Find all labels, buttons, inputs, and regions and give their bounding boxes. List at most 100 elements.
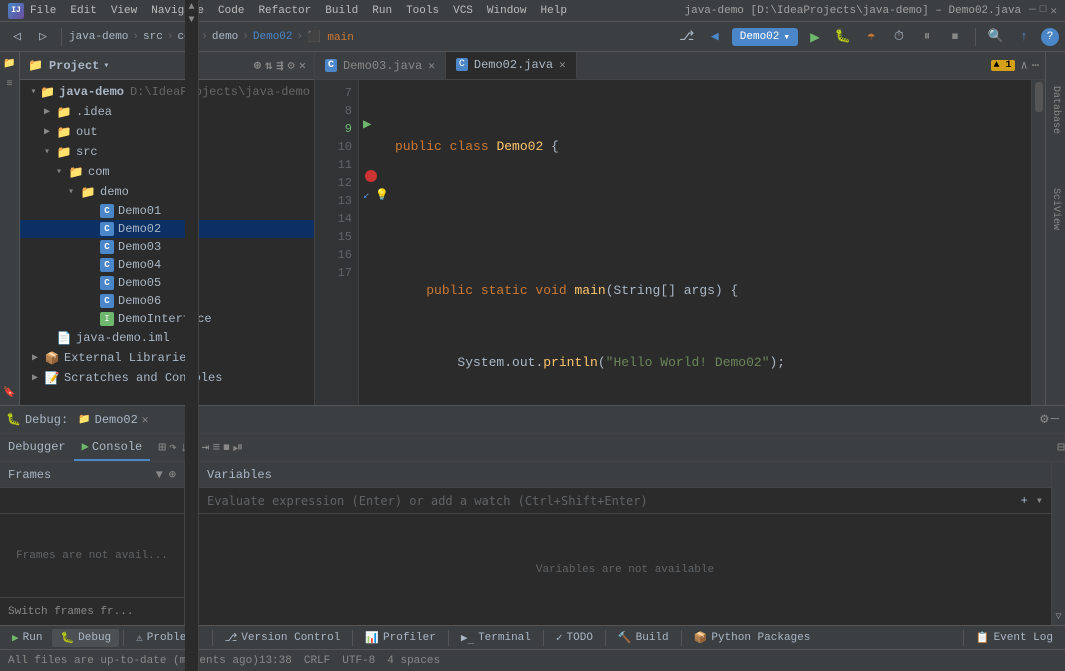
tree-demointerface[interactable]: ▶ I DemoInterface [20,310,314,328]
settings-icon[interactable]: ⚙ [288,58,295,73]
debug-button[interactable]: 🐛 [832,26,854,48]
eval-plus-btn[interactable]: + [1021,494,1028,508]
evaluate-btn[interactable]: ≡ [212,440,220,455]
debugger-tab[interactable]: Debugger [0,434,74,461]
filter-frames-btn[interactable]: ▼ [156,468,163,482]
tree-demo02[interactable]: ▶ C Demo02 [20,220,314,238]
menu-window[interactable]: Window [487,5,527,17]
vars-scroll-down[interactable]: ▽ [1055,611,1061,623]
collapse-icon[interactable]: ⇶ [276,58,283,73]
terminal-tab[interactable]: ▶_ Terminal [453,629,539,646]
version-control-tab[interactable]: ⎇ Version Control [217,629,349,647]
event-log-tab[interactable]: 📋 Event Log [968,629,1061,647]
project-dropdown-arrow[interactable]: ▾ [103,60,109,72]
run-tab[interactable]: ▶ Run [4,629,50,647]
console-tab[interactable]: ▶ Console [74,434,151,461]
nav-back-btn[interactable]: ◀ [704,26,726,48]
tree-demo01[interactable]: ▶ C Demo01 [20,202,314,220]
stop-all-btn[interactable]: ⏯ [233,440,243,455]
variables-scrollbar[interactable]: ▽ [1051,462,1065,625]
minimize-debug-btn[interactable]: — [1051,411,1059,428]
tree-src[interactable]: ▾ 📁 src [20,142,314,162]
tree-demo06[interactable]: ▶ C Demo06 [20,292,314,310]
back-button[interactable]: ◁ [6,26,28,48]
database-tab[interactable]: Database [1050,82,1061,138]
menu-run[interactable]: Run [372,5,392,17]
switch-frames-label[interactable]: Switch frames fr... [8,606,133,618]
debug-session-close[interactable]: ✕ [142,413,149,427]
tree-demo04[interactable]: ▶ C Demo04 [20,256,314,274]
minimize-btn[interactable]: — [1029,4,1036,18]
build-tab[interactable]: 🔨 Build [610,629,677,647]
eval-down-btn[interactable]: ▾ [1036,493,1043,508]
tree-external-libs[interactable]: ▶ 📦 External Libraries [20,348,314,368]
tab-demo02[interactable]: C Demo02.java ✕ [446,52,577,79]
tree-root[interactable]: ▾ 📁 java-demo D:\IdeaProjects\java-demo [20,82,314,102]
breadcrumb-demo02[interactable]: Demo02 [253,31,293,43]
status-indent[interactable]: 4 spaces [387,655,440,667]
status-encoding[interactable]: UTF-8 [342,655,375,667]
project-icon[interactable]: 📁 [2,56,18,72]
tree-scratches[interactable]: ▶ 📝 Scratches and Consoles [20,368,314,388]
tree-demo[interactable]: ▾ 📁 demo [20,182,314,202]
search-button[interactable]: 🔍 [985,26,1007,48]
breadcrumb-java-demo[interactable]: java-demo [69,31,128,43]
sciview-tab[interactable]: SciView [1050,184,1061,234]
frames-scrollbar[interactable]: ▲ ▼ [185,462,199,625]
breadcrumb-demo[interactable]: demo [212,31,238,43]
stop-debug-btn[interactable]: ⏹ [223,440,230,455]
menu-edit[interactable]: Edit [70,5,96,17]
menu-vcs[interactable]: VCS [453,5,473,17]
scrollbar-thumb[interactable] [1035,82,1043,112]
status-crlf[interactable]: CRLF [304,655,330,667]
run-config-dropdown[interactable]: Demo02 ▾ [732,28,798,46]
menu-refactor[interactable]: Refactor [258,5,311,17]
tree-idea[interactable]: ▶ 📁 .idea [20,102,314,122]
python-packages-tab[interactable]: 📦 Python Packages [686,629,819,647]
stop-button[interactable]: ⏹ [944,26,966,48]
editor-scrollbar[interactable] [1031,80,1045,405]
eval-bar[interactable]: Evaluate expression (Enter) or add a wat… [199,488,1051,514]
profiler-tab[interactable]: 📊 Profiler [357,629,444,647]
code-content[interactable]: public class Demo02 { public static void… [387,80,1031,405]
locate-icon[interactable]: ⊕ [254,58,261,73]
tab-more-btn[interactable]: ⋯ [1032,58,1039,73]
demo02-close[interactable]: ✕ [559,58,566,72]
menu-file[interactable]: File [30,5,56,17]
menu-tools[interactable]: Tools [406,5,439,17]
breadcrumb-src[interactable]: src [143,31,163,43]
tree-iml[interactable]: ▶ 📄 java-demo.iml [20,328,314,348]
todo-tab[interactable]: ✓ TODO [548,629,601,647]
debug-layout-btn[interactable]: ⊟ [1057,440,1065,455]
maximize-btn[interactable]: □ [1040,4,1047,18]
pause-button[interactable]: ⏸ [916,26,938,48]
restore-layout-btn[interactable]: ⊞ [158,440,166,455]
vcs-button[interactable]: ⎇ [676,26,698,48]
menu-help[interactable]: Help [541,5,567,17]
menu-build[interactable]: Build [325,5,358,17]
settings-debug-btn[interactable]: ⚙ [1040,411,1048,428]
tree-demo03[interactable]: ▶ C Demo03 [20,238,314,256]
profile-button[interactable]: ⏱ [888,26,910,48]
expand-icon[interactable]: ⇅ [265,58,272,73]
close-panel-icon[interactable]: ✕ [299,58,306,73]
bookmarks-icon[interactable]: 🔖 [2,385,18,401]
menu-code[interactable]: Code [218,5,244,17]
run-to-cursor-btn[interactable]: ⇥ [202,440,210,455]
run-button[interactable]: ▶ [804,26,826,48]
menu-view[interactable]: View [111,5,137,17]
help-button[interactable]: ? [1041,28,1059,46]
code-editor[interactable]: 7 8 9 10 11 12 13 14 15 16 17 ▶ ↙ [315,80,1045,405]
tab-demo03[interactable]: C Demo03.java ✕ [315,52,446,79]
forward-button[interactable]: ▷ [32,26,54,48]
update-button[interactable]: ↑ [1013,26,1035,48]
step-over-btn[interactable]: ↷ [169,440,177,455]
demo03-close[interactable]: ✕ [428,59,435,73]
breadcrumb-main[interactable]: ⬛ main [307,30,354,44]
debug-tab-bottom[interactable]: 🐛 Debug [52,629,119,647]
tree-com[interactable]: ▾ 📁 com [20,162,314,182]
filter-icon[interactable]: ⊕ [169,467,176,482]
structure-icon[interactable]: ≡ [2,76,18,92]
tree-out[interactable]: ▶ 📁 out [20,122,314,142]
close-btn[interactable]: ✕ [1050,4,1057,18]
